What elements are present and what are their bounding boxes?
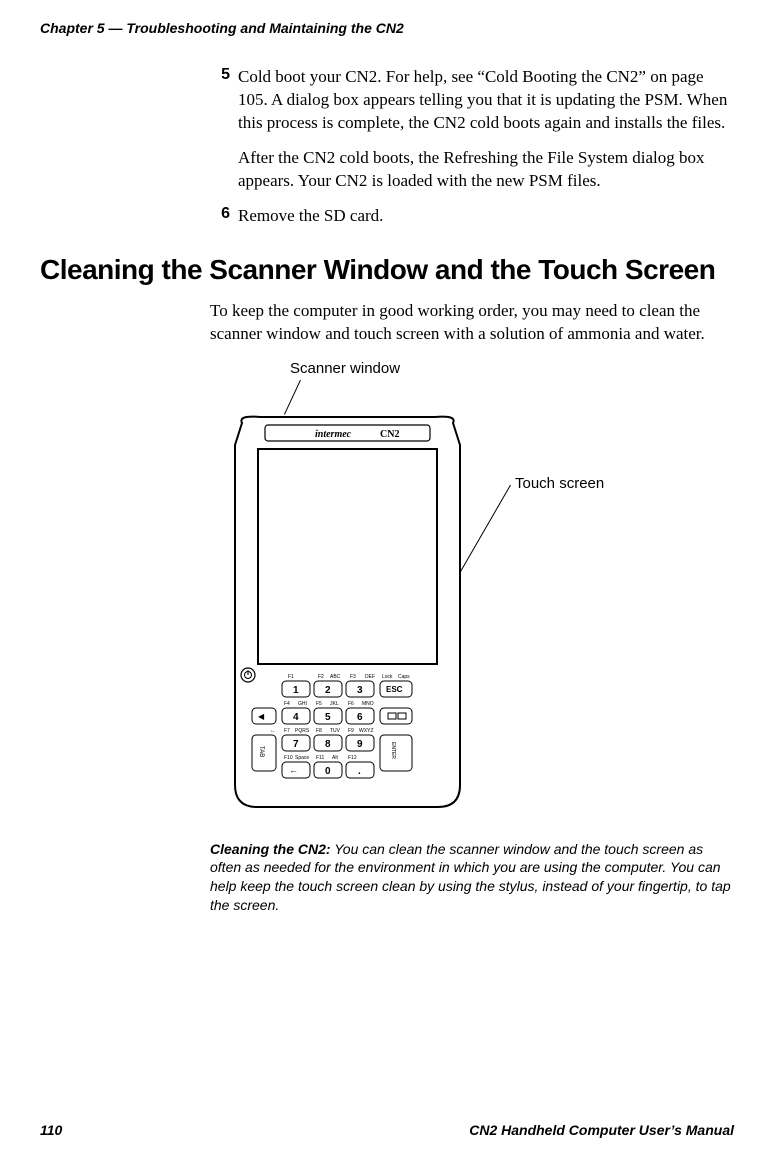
manual-title: CN2 Handheld Computer User’s Manual (469, 1122, 734, 1138)
svg-text:F2: F2 (318, 674, 324, 680)
svg-text:ENTER: ENTER (390, 742, 396, 759)
svg-text:F9: F9 (348, 728, 354, 734)
svg-text:←: ← (270, 728, 276, 734)
svg-text:5: 5 (325, 712, 331, 723)
intro-paragraph: To keep the computer in good working ord… (210, 300, 734, 346)
caption-lead: Cleaning the CN2: (210, 841, 331, 857)
step-number: 5 (210, 66, 230, 135)
svg-text:F1: F1 (288, 674, 294, 680)
svg-text:PQRS: PQRS (295, 728, 310, 734)
section-heading: Cleaning the Scanner Window and the Touc… (40, 254, 734, 286)
svg-text:F3: F3 (350, 674, 356, 680)
svg-text:F4: F4 (284, 701, 290, 707)
callout-touch-screen: Touch screen (515, 475, 604, 492)
svg-text:ESC: ESC (386, 685, 403, 694)
step-text: Remove the SD card. (238, 205, 383, 228)
svg-text:F8: F8 (316, 728, 322, 734)
callout-scanner-window: Scanner window (290, 360, 400, 377)
svg-text:ABC: ABC (330, 674, 341, 680)
svg-text:JKL: JKL (330, 701, 339, 707)
svg-text:F11: F11 (316, 755, 324, 761)
running-head: Chapter 5 — Troubleshooting and Maintain… (40, 20, 734, 36)
svg-text:MNO: MNO (362, 701, 374, 707)
svg-text:F10: F10 (284, 755, 293, 761)
leader-line (284, 379, 301, 414)
svg-text:◀: ◀ (258, 712, 265, 721)
svg-text:Lock: Lock (382, 674, 393, 680)
svg-text:Space: Space (295, 755, 309, 761)
svg-text:0: 0 (325, 766, 331, 777)
svg-text:F6: F6 (348, 701, 354, 707)
svg-text:9: 9 (357, 739, 363, 750)
svg-text:.: . (358, 766, 361, 777)
step-number: 6 (210, 205, 230, 228)
model-label: CN2 (380, 429, 399, 440)
step-5: 5 Cold boot your CN2. For help, see “Col… (210, 66, 734, 135)
svg-text:F5: F5 (316, 701, 322, 707)
step-text: Cold boot your CN2. For help, see “Cold … (238, 66, 734, 135)
svg-text:8: 8 (325, 739, 331, 750)
svg-text:TAB: TAB (258, 746, 264, 757)
svg-text:TUV: TUV (330, 728, 341, 734)
step-5-subtext: After the CN2 cold boots, the Refreshing… (238, 147, 734, 193)
svg-text:4: 4 (293, 712, 299, 723)
svg-text:2: 2 (325, 685, 331, 696)
svg-text:F12: F12 (348, 755, 357, 761)
svg-text:WXYZ: WXYZ (359, 728, 373, 734)
svg-text:GHI: GHI (298, 701, 307, 707)
svg-text:Alt: Alt (332, 755, 338, 761)
page-footer: 110 CN2 Handheld Computer User’s Manual (40, 1122, 734, 1138)
svg-text:1: 1 (293, 685, 299, 696)
device-svg: intermec CN2 F1 F2 ABC F3 DEF Lock Cap (230, 415, 465, 810)
svg-text:3: 3 (357, 685, 363, 696)
step-6: 6 Remove the SD card. (210, 205, 734, 228)
svg-text:7: 7 (293, 739, 299, 750)
figure: Scanner window Touch screen intermec CN2 (210, 360, 734, 840)
touch-screen-rect (258, 449, 437, 664)
svg-text:F7: F7 (284, 728, 290, 734)
figure-caption: Cleaning the CN2: You can clean the scan… (210, 840, 734, 916)
svg-text:DEF: DEF (365, 674, 375, 680)
page-number: 110 (40, 1122, 62, 1138)
svg-text:6: 6 (357, 712, 363, 723)
brand-label: intermec (315, 429, 352, 440)
svg-text:←: ← (289, 765, 298, 775)
svg-text:Caps: Caps (398, 674, 410, 680)
device-illustration: intermec CN2 F1 F2 ABC F3 DEF Lock Cap (230, 415, 465, 810)
